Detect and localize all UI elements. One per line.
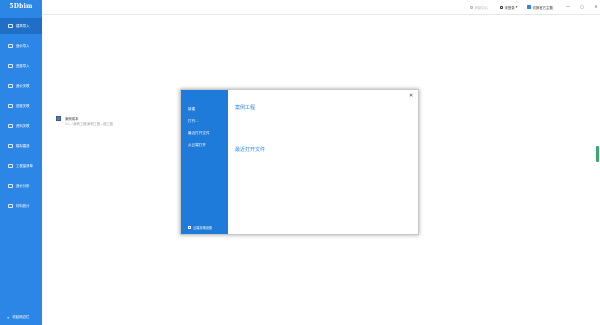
sample-project-path: C:\...\案例工程\案例工程—施工图 [65,122,113,126]
dialog-sidebar: 新建 打开... 最近打开文件 从云端打开 云端存储设置 [181,90,228,234]
theme-switch-label: 切换官方主题 [532,5,553,10]
link-icon [8,84,13,88]
dialog-menu-new[interactable]: 新建 [188,107,195,112]
top-bar: 消息中心 未登录 ▾ 切换官方主题 — ◻ ✕ [42,0,600,15]
simulation-icon [8,144,13,148]
sidebar-item-schedule-import[interactable]: 进度导入 [0,58,42,74]
project-file-icon [56,116,61,121]
message-center-label: 消息中心 [474,5,489,10]
user-icon [500,5,503,9]
home-icon [188,226,191,229]
left-sidebar: 5Dbim 建筑导入 造价导入 进度导入 造价关联 进度关联 资料关联 模拟建造… [0,0,42,325]
recent-files-title: 最近打开文件 [235,147,266,153]
cloud-settings-label: 云端存储设置 [193,226,213,230]
sidebar-item-label: 进度导入 [16,64,30,68]
cloud-settings-button[interactable]: 云端存储设置 [188,225,212,230]
dialog-menu-open-cloud[interactable]: 从云端打开 [188,143,206,148]
sample-projects-title: 案例工程 [235,105,256,111]
cart-icon [8,204,13,208]
double-chevron-left-icon: « [7,314,10,320]
sidebar-item-label: 资料关联 [16,124,30,128]
collapse-sidebar-button[interactable]: « 收起侧边栏 [0,312,42,322]
cost-icon [8,44,13,48]
sidebar-item-quantity-list[interactable]: 工程量清单 [0,158,42,174]
sidebar-item-building-import[interactable]: 建筑导入 [0,18,42,34]
open-project-dialog: 新建 打开... 最近打开文件 从云端打开 云端存储设置 ✕ 案例工程 最近打开… [180,89,419,235]
link-icon [8,104,13,108]
sample-project-name: 案例成本 [65,116,79,121]
minimize-button[interactable]: — [563,0,573,14]
sidebar-item-label: 模拟建造 [16,144,30,148]
sidebar-item-label: 工程量清单 [16,164,33,168]
sidebar-item-label: 进度关联 [16,104,30,108]
chart-icon [8,184,13,188]
sidebar-item-simulation[interactable]: 模拟建造 [0,138,42,154]
collapse-sidebar-label: 收起侧边栏 [12,315,30,319]
schedule-icon [8,64,13,68]
sidebar-item-document-link[interactable]: 资料关联 [0,118,42,134]
sidebar-item-label: 造价分析 [16,184,30,188]
sidebar-item-cost-link[interactable]: 造价关联 [0,78,42,94]
maximize-button[interactable]: ◻ [577,0,587,14]
theme-icon [527,5,531,9]
sidebar-item-label: 建筑导入 [16,24,30,28]
dialog-menu-recent[interactable]: 最近打开文件 [188,131,210,136]
side-scroll-handle[interactable] [596,146,599,162]
message-center-button[interactable]: 消息中心 [470,0,488,14]
sidebar-item-cost-analysis[interactable]: 造价分析 [0,178,42,194]
app-logo: 5Dbim [9,3,33,10]
close-window-button[interactable]: ✕ [591,0,600,14]
bell-icon [470,5,473,9]
sidebar-item-label: 造价导入 [16,44,30,48]
sidebar-item-material-stats[interactable]: 材料统计 [0,198,42,214]
chevron-down-icon: ▾ [515,5,518,9]
sidebar-item-label: 材料统计 [16,204,30,208]
dialog-menu-open[interactable]: 打开... [188,119,199,124]
sidebar-item-schedule-link[interactable]: 进度关联 [0,98,42,114]
theme-switch-button[interactable]: 切换官方主题 [527,0,553,14]
user-label: 未登录 [504,5,515,10]
sidebar-item-cost-import[interactable]: 造价导入 [0,38,42,54]
user-menu[interactable]: 未登录 ▾ [500,0,517,14]
document-icon [8,124,13,128]
dialog-close-button[interactable]: ✕ [409,93,413,99]
sidebar-item-label: 造价关联 [16,84,30,88]
list-icon [8,164,13,168]
building-icon [8,24,13,28]
